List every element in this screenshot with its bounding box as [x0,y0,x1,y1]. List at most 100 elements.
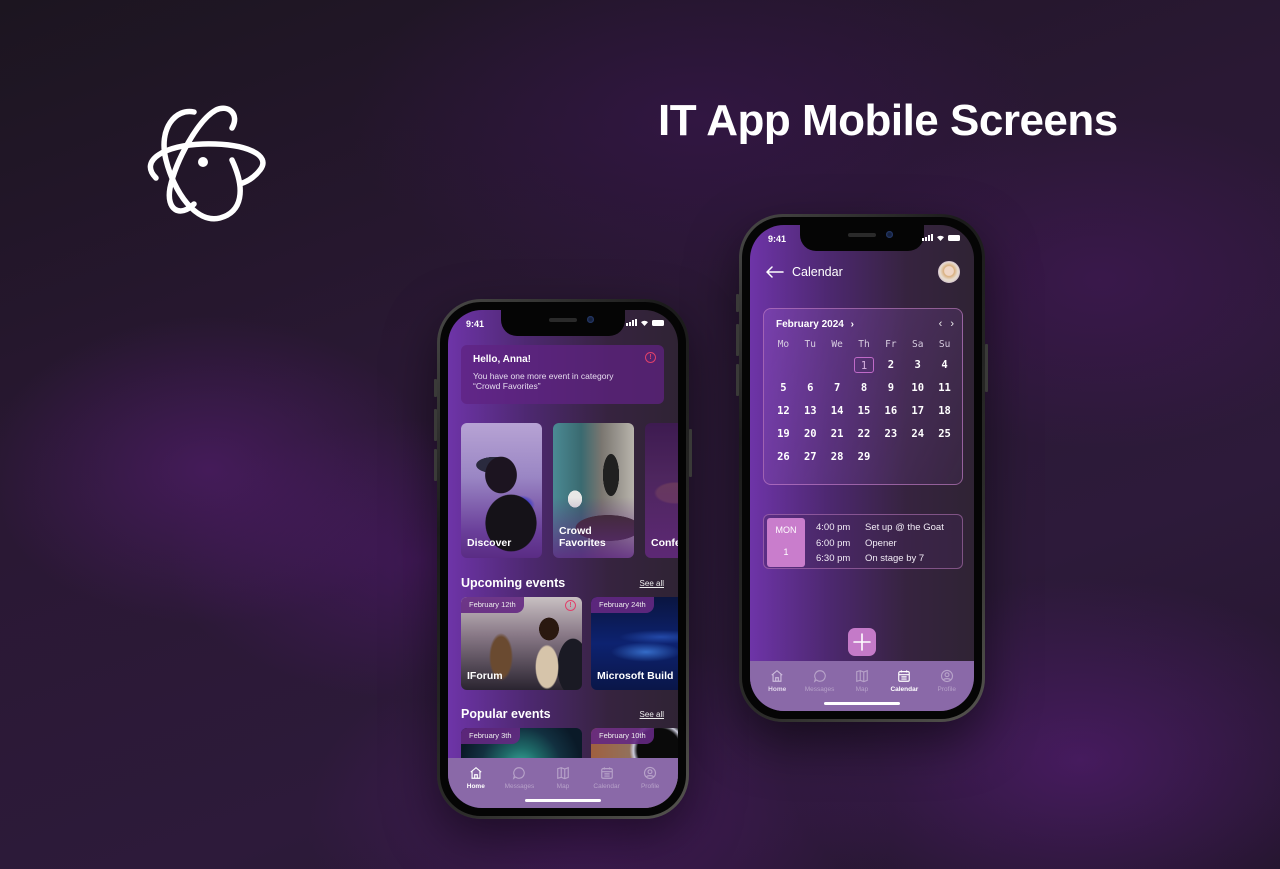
agenda-date-badge: MON 1 [767,518,805,567]
agenda-item[interactable]: 4:00 pm Set up @ the Goat [816,520,944,536]
side-button [434,449,437,481]
event-card[interactable]: February 12th ! IForum [461,597,582,690]
calendar-widget: February 2024 › ‹ › Mo Tu We Th Fr Sa Su 1 2 3 4 5 6… [763,308,963,485]
status-time: 9:41 [768,234,787,244]
event-date: February 3th [461,728,520,744]
calendar-day[interactable]: 13 [797,403,824,419]
home-indicator[interactable] [525,799,601,802]
weekday-header: Tu [804,339,816,350]
weekday-header: Fr [885,339,897,350]
upcoming-see-all-link[interactable]: See all [640,579,664,588]
upcoming-events-carousel[interactable]: February 12th ! IForum February 24th Mic… [461,597,678,690]
home-indicator[interactable] [824,702,900,705]
calendar-day[interactable]: 21 [824,426,851,442]
calendar-header: Calendar [766,265,843,279]
calendar-day[interactable]: 15 [851,403,878,419]
next-month-button[interactable]: › [950,318,954,330]
calendar-day[interactable]: 17 [904,403,931,419]
weekday-header: Mo [777,339,790,350]
calendar-day[interactable]: 22 [851,426,878,442]
tab-label: Calendar [890,686,919,693]
calendar-day[interactable]: 6 [797,380,824,396]
notch [501,310,625,336]
category-card-conferences[interactable]: Confe [645,423,678,558]
status-icons [626,319,664,326]
avatar[interactable] [938,261,960,283]
calendar-day[interactable]: 14 [824,403,851,419]
weekday-header: We [831,339,843,350]
event-card[interactable]: February 24th Microsoft Build [591,597,678,690]
calendar-day[interactable]: 16 [877,403,904,419]
calendar-day[interactable]: 26 [770,449,797,465]
prev-month-button[interactable]: ‹ [939,318,943,330]
wifi-icon [641,320,648,326]
greeting-message: You have one more event in category “Cro… [473,371,614,392]
tab-label: Map [855,686,869,693]
calendar-day[interactable]: 11 [931,380,958,396]
tab-home[interactable]: Home [456,766,496,808]
calendar-day[interactable]: 8 [851,380,878,396]
calendar-day[interactable]: 29 [851,449,878,465]
side-button [434,379,437,397]
calendar-day[interactable]: 12 [770,403,797,419]
category-card-discover[interactable]: Discover [461,423,542,558]
greeting-notification[interactable]: Hello, Anna! You have one more event in … [461,345,664,404]
calendar-icon [600,767,613,779]
signal-icon [626,319,637,326]
side-button [985,344,988,392]
back-arrow-icon[interactable] [766,266,784,278]
calendar-day[interactable]: 27 [797,449,824,465]
month-selector[interactable]: February 2024 › [776,319,854,330]
calendar-day[interactable]: 28 [824,449,851,465]
map-icon [557,766,569,780]
map-icon [856,669,868,683]
calendar-day[interactable]: 10 [904,380,931,396]
phone-calendar-screen: 9:41 Calendar February 2024 › ‹ › Mo Tu … [736,214,988,722]
tab-label: Profile [640,783,660,790]
weekday-header: Th [858,339,870,350]
category-carousel[interactable]: Discover Crowd Favorites Confe [461,423,678,558]
agenda-title: On stage by 7 [865,553,925,564]
popular-see-all-link[interactable]: See all [640,710,664,719]
add-event-button[interactable] [848,628,876,656]
calendar-day-selected[interactable]: 1 [853,357,874,373]
notch [800,225,924,251]
calendar-day[interactable]: 20 [797,426,824,442]
side-button [736,364,739,396]
calendar-day[interactable]: 25 [931,426,958,442]
message-icon [513,767,526,780]
message-icon [813,670,826,683]
side-button [736,324,739,356]
calendar-day[interactable]: 7 [824,380,851,396]
calendar-day[interactable]: 24 [904,426,931,442]
day-agenda[interactable]: MON 1 4:00 pm Set up @ the Goat 6:00 pm … [763,514,963,569]
alert-icon: ! [645,352,656,363]
headline: IT App Mobile Screens [658,96,1118,145]
calendar-day[interactable]: 5 [770,380,797,396]
calendar-day[interactable]: 19 [770,426,797,442]
greeting-title: Hello, Anna! [473,354,531,365]
tab-profile[interactable]: Profile [927,669,967,711]
calendar-day[interactable]: 23 [877,426,904,442]
calendar-day[interactable]: 9 [877,380,904,396]
page-title: Calendar [792,265,843,279]
agenda-day: 1 [783,547,789,557]
atom-icon [147,105,266,222]
category-label: Confe [651,537,678,550]
calendar-day[interactable]: 18 [931,403,958,419]
tab-home[interactable]: Home [757,669,797,711]
agenda-item[interactable]: 6:30 pm On stage by 7 [816,551,944,567]
calendar-icon [898,670,911,682]
calendar-day[interactable]: 4 [931,357,958,373]
agenda-item[interactable]: 6:00 pm Opener [816,536,944,552]
event-name: IForum [467,670,503,682]
calendar-day[interactable]: 2 [877,357,904,373]
profile-icon [644,766,657,780]
signal-icon [922,234,933,241]
tab-profile[interactable]: Profile [630,766,670,808]
calendar-day[interactable]: 3 [904,357,931,373]
category-label: Crowd Favorites [559,524,606,550]
status-time: 9:41 [466,319,485,329]
category-card-crowd-favorites[interactable]: Crowd Favorites [553,423,634,558]
agenda-time: 6:30 pm [816,553,851,564]
